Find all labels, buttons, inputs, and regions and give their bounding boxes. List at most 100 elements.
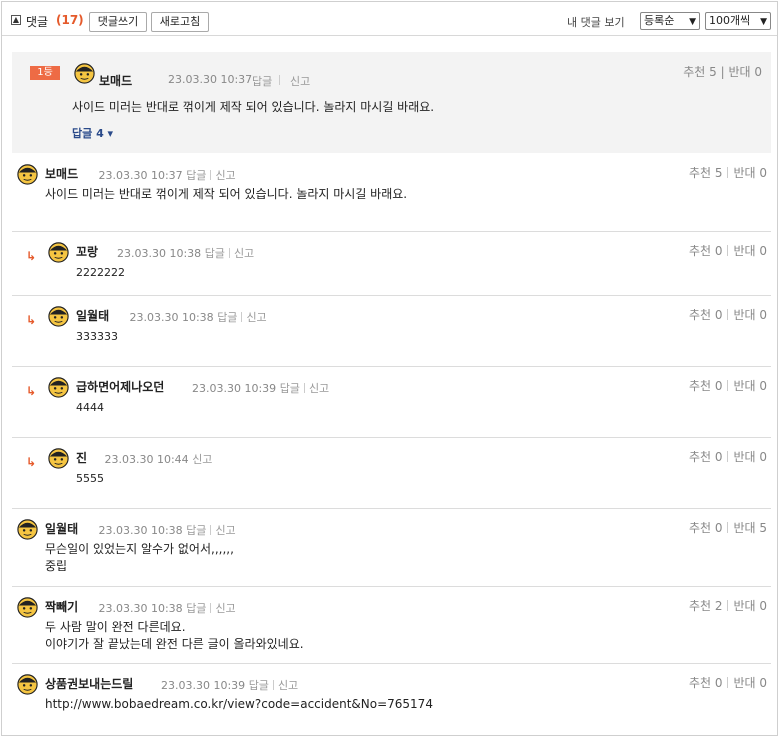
comment-votes: 추천 0 반대 0 — [689, 674, 767, 691]
best-replies-toggle[interactable]: 답글 4 ▾ — [72, 125, 113, 141]
best-report-link[interactable]: 신고 — [290, 73, 310, 89]
user-level-icon — [48, 448, 69, 469]
write-comment-button[interactable]: 댓글쓰기 — [89, 12, 147, 32]
comment-text: 두 사람 말이 완전 다른데요. — [45, 620, 186, 634]
page-size-select[interactable]: 100개씩 ▼ — [705, 12, 771, 30]
comment-meta: 23.03.30 10:38 답글 신고 — [117, 245, 254, 261]
downvote-button[interactable]: 반대 5 — [733, 521, 767, 535]
chevron-down-icon: ▼ — [760, 17, 767, 27]
divider — [303, 383, 305, 393]
reply-link[interactable]: 답글 — [186, 524, 206, 537]
comment-item: 짝빼기 23.03.30 10:38 답글 신고 추천 2 반대 0 두 사람 말이 완전… — [12, 587, 771, 664]
downvote-button[interactable]: 반대 0 — [733, 599, 767, 613]
collapse-toggle-icon[interactable]: ▲ — [11, 15, 21, 25]
comment-meta: 23.03.30 10:38 답글 신고 — [130, 309, 267, 325]
comment-author[interactable]: 보매드 — [45, 165, 78, 182]
divider — [727, 451, 729, 462]
chevron-down-icon: ▼ — [689, 17, 696, 27]
upvote-button[interactable]: 추천 2 — [689, 599, 723, 613]
comment-text: http://www.bobaedream.co.kr/view?code=ac… — [45, 697, 433, 711]
comment-votes: 추천 0 반대 0 — [689, 242, 767, 259]
user-level-icon — [74, 63, 95, 84]
reply-arrow-icon: ↳ — [26, 249, 37, 263]
best-author[interactable]: 보매드 — [99, 72, 132, 89]
report-link[interactable]: 신고 — [215, 169, 235, 182]
user-level-icon — [17, 164, 38, 185]
report-link[interactable]: 신고 — [309, 382, 329, 395]
downvote-button[interactable]: 반대 0 — [733, 676, 767, 690]
my-comments-link[interactable]: 내 댓글 보기 — [567, 14, 625, 30]
best-votes[interactable]: 추천 5 | 반대 0 — [683, 63, 762, 80]
report-link[interactable]: 신고 — [246, 311, 266, 324]
comment-meta: 23.03.30 10:37 답글 신고 — [99, 167, 236, 183]
comment-meta: 23.03.30 10:39 답글 신고 — [161, 677, 298, 693]
reply-item: ↳ 진 23.03.30 10:44 신고 추천 0 반대 0 5555 — [12, 438, 771, 509]
comment-votes: 추천 2 반대 0 — [689, 597, 767, 614]
reply-arrow-icon: ↳ — [26, 384, 37, 398]
upvote-button[interactable]: 추천 0 — [689, 308, 723, 322]
reply-link[interactable]: 답글 — [205, 247, 225, 260]
comment-text: 4444 — [76, 401, 104, 414]
comment-author[interactable]: 진 — [76, 449, 87, 466]
report-link[interactable]: 신고 — [234, 247, 254, 260]
comment-date: 23.03.30 10:39 — [161, 679, 246, 692]
comment-item: 상품권보내는드릴 23.03.30 10:39 답글 신고 추천 0 반대 0 http:… — [12, 664, 771, 735]
comment-count: (17) — [56, 13, 84, 27]
divider — [727, 380, 729, 391]
comment-meta: 23.03.30 10:38 답글 신고 — [99, 600, 236, 616]
divider — [210, 525, 212, 535]
downvote-button[interactable]: 반대 0 — [733, 450, 767, 464]
comment-date: 23.03.30 10:38 — [129, 311, 214, 324]
refresh-button[interactable]: 새로고침 — [151, 12, 209, 32]
reply-link[interactable]: 답글 — [186, 602, 206, 615]
report-link[interactable]: 신고 — [192, 453, 212, 466]
comment-date: 23.03.30 10:38 — [98, 602, 183, 615]
best-comment-text: 사이드 미러는 반대로 꺾이게 제작 되어 있습니다. 놀라지 마시길 바래요. — [72, 100, 435, 114]
upvote-button[interactable]: 추천 0 — [689, 521, 723, 535]
upvote-button[interactable]: 추천 0 — [689, 379, 723, 393]
divider — [727, 677, 729, 688]
upvote-button[interactable]: 추천 0 — [689, 450, 723, 464]
downvote-button[interactable]: 반대 0 — [733, 379, 767, 393]
comment-section: ▲ 댓글 (17) 댓글쓰기 새로고침 내 댓글 보기 등록순 ▼ 100개씩 ▼ … — [1, 1, 778, 736]
reply-link[interactable]: 답글 — [280, 382, 300, 395]
downvote-button[interactable]: 반대 0 — [733, 244, 767, 258]
comment-title: 댓글 — [26, 15, 49, 29]
comment-text: 무슨일이 있었는지 알수가 없어서,,,,,, — [45, 542, 234, 556]
comment-text: 5555 — [76, 472, 104, 485]
comment-author[interactable]: 일월태 — [76, 307, 109, 324]
report-link[interactable]: 신고 — [278, 679, 298, 692]
report-link[interactable]: 신고 — [215, 524, 235, 537]
divider — [272, 680, 274, 690]
sort-select[interactable]: 등록순 ▼ — [640, 12, 700, 30]
upvote-button[interactable]: 추천 0 — [689, 676, 723, 690]
comment-author[interactable]: 꼬랑 — [76, 243, 98, 260]
downvote-button[interactable]: 반대 0 — [733, 166, 767, 180]
comment-author[interactable]: 일월태 — [45, 520, 78, 537]
divider — [727, 245, 729, 256]
reply-link[interactable]: 답글 — [217, 311, 237, 324]
reply-link[interactable]: 답글 — [249, 679, 269, 692]
upvote-button[interactable]: 추천 5 — [689, 166, 723, 180]
report-link[interactable]: 신고 — [215, 602, 235, 615]
reply-item: ↳ 일월태 23.03.30 10:38 답글 신고 추천 0 반대 0 333333 — [12, 296, 771, 367]
divider — [727, 167, 729, 178]
comment-author[interactable]: 짝빼기 — [45, 598, 78, 615]
comment-author[interactable]: 상품권보내는드릴 — [45, 675, 133, 692]
comment-text-line2: 중립 — [45, 559, 68, 573]
comment-date: 23.03.30 10:44 — [104, 453, 189, 466]
comment-text: 2222222 — [76, 266, 125, 279]
comment-date: 23.03.30 10:37 — [98, 169, 183, 182]
comment-item: 일월태 23.03.30 10:38 답글 신고 추천 0 반대 5 무슨일이 있었는지 … — [12, 509, 771, 587]
comment-author[interactable]: 급하면어제나오던 — [76, 378, 164, 395]
divider — [241, 312, 243, 322]
reply-link[interactable]: 답글 — [186, 169, 206, 182]
comment-votes: 추천 0 반대 0 — [689, 448, 767, 465]
sort-select-value: 등록순 — [644, 14, 675, 27]
downvote-button[interactable]: 반대 0 — [733, 308, 767, 322]
divider — [727, 600, 729, 611]
comment-votes: 추천 0 반대 5 — [689, 519, 767, 536]
upvote-button[interactable]: 추천 0 — [689, 244, 723, 258]
divider — [210, 170, 212, 180]
best-reply-link[interactable]: 답글 — [252, 73, 272, 89]
